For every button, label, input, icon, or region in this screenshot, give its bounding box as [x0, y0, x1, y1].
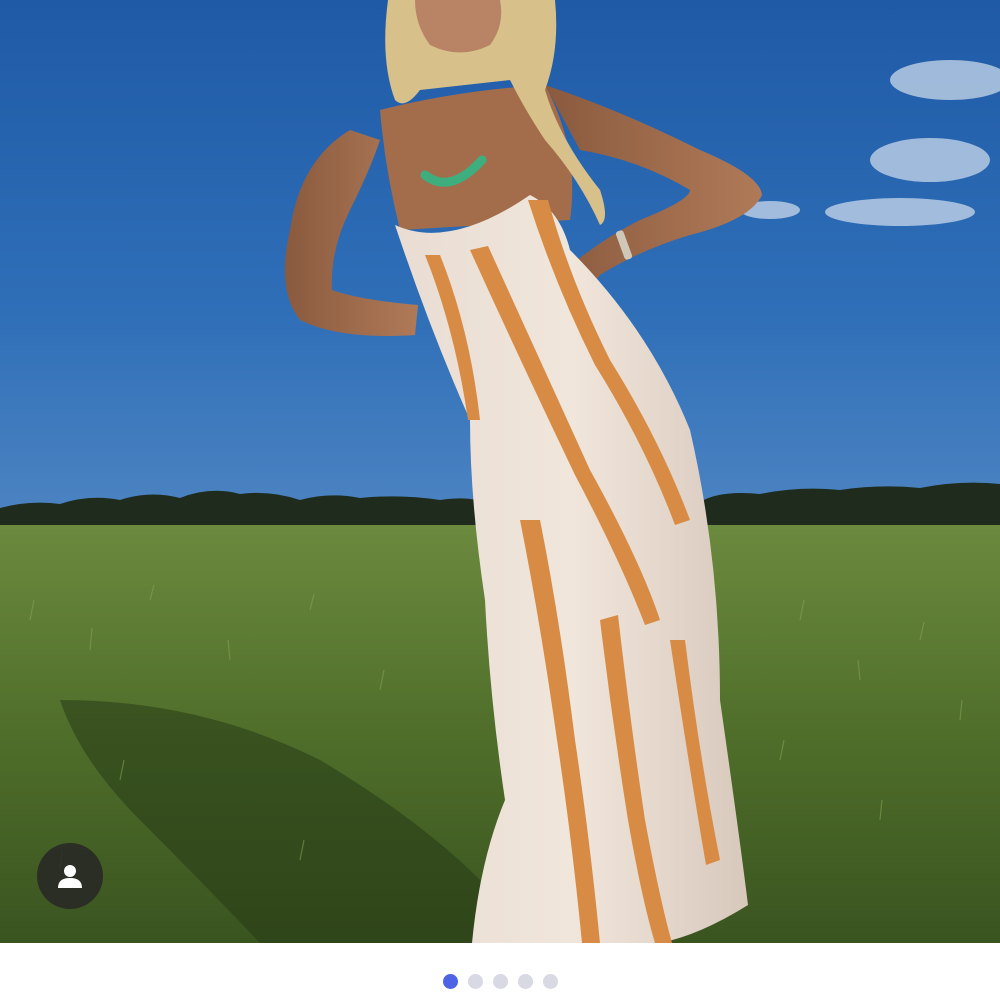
person-icon — [58, 865, 82, 888]
photo-illustration — [0, 0, 1000, 943]
carousel-dot-2[interactable] — [467, 974, 483, 989]
carousel-pagination — [0, 974, 1000, 990]
product-photo[interactable] — [0, 0, 1000, 943]
tag-people-button[interactable] — [37, 843, 103, 909]
carousel-dot-5[interactable] — [542, 974, 558, 989]
carousel-dot-1[interactable] — [442, 974, 458, 989]
carousel-dot-4[interactable] — [517, 974, 533, 989]
carousel-dot-3[interactable] — [492, 974, 508, 989]
